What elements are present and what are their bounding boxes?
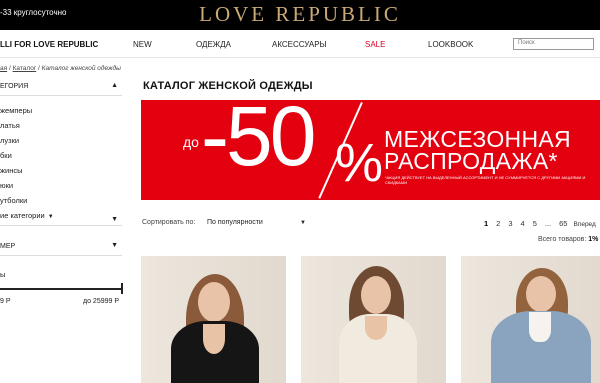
model-neckline [365,316,387,340]
model-tshirt [529,312,551,342]
category-item-blouses[interactable]: лузки [0,133,122,148]
nav-brand-link[interactable]: LLI FOR LOVE REPUBLIC [0,40,98,49]
breadcrumb-separator: / [38,65,40,72]
page-ellipsis: ... [544,219,552,228]
category-item-skirts[interactable]: бки [0,148,122,163]
page-link-1[interactable]: 1 [484,219,488,228]
breadcrumb-current: Каталог женской одежды [41,65,121,72]
main-nav: LLI FOR LOVE REPUBLIC NEW ОДЕЖДА АКСЕССУ… [0,30,600,58]
breadcrumb-home[interactable]: ая [0,65,7,72]
size-filter-header[interactable]: МЕР ▼ [0,238,122,256]
pagination: 1 2 3 4 5... 65 Вперед [484,219,600,228]
chevron-down-icon: ▼ [111,242,118,249]
page-link-5[interactable]: 5 [533,219,537,228]
chevron-down-icon: ▼ [111,216,118,223]
price-slider-handle[interactable] [121,283,123,294]
price-filter-label: ы [0,270,6,279]
site-logo[interactable]: LOVE REPUBLIC [0,2,600,27]
page-link-3[interactable]: 3 [508,219,512,228]
category-item-jumpers[interactable]: жемперы [0,103,122,118]
category-filter-header[interactable]: ЕГОРИЯ ▲ [0,78,122,96]
next-page-link[interactable]: Вперед [573,221,595,228]
breadcrumb-catalog[interactable]: Каталог [13,65,37,72]
goods-count-value: 1% [588,236,599,243]
category-filter-label: ЕГОРИЯ [0,83,29,90]
nav-item-accessories[interactable]: АКСЕССУАРЫ [272,40,327,49]
filter-sidebar: ЕГОРИЯ ▲ жемперы латья лузки бки жинсы ю… [0,78,126,383]
price-min-value: 9 Р [0,298,11,305]
nav-item-new[interactable]: NEW [133,40,152,49]
model-face [198,282,230,322]
size-filter-label: МЕР [0,243,16,250]
nav-item-clothing[interactable]: ОДЕЖДА [196,40,231,49]
goods-count: Всего товаров: 1% [538,236,598,243]
banner-discount: -50 [201,100,316,183]
top-bar: -33 круглосуточно LOVE REPUBLIC [0,0,600,30]
product-card[interactable] [301,256,446,383]
nav-item-sale[interactable]: SALE [365,40,385,49]
category-item-trousers[interactable]: юки [0,178,122,193]
sort-dropdown[interactable]: По популярности ▼ [207,216,309,230]
page-link-2[interactable]: 2 [496,219,500,228]
goods-count-label: Всего товаров: [538,236,587,243]
search-input[interactable]: Поиск [513,38,594,50]
banner-headline-2: РАСПРОДАЖА* [384,148,558,174]
banner-fine-print: *АКЦИЯ ДЕЙСТВУЕТ НА ВЫДЕЛЕННЫЙ АССОРТИМЕ… [385,175,586,185]
sort-label: Сортировать по: [142,219,196,226]
category-item-dresses[interactable]: латья [0,118,122,133]
sale-banner[interactable]: до -50 % МЕЖСЕЗОННАЯ РАСПРОДАЖА* *АКЦИЯ … [141,100,600,200]
sort-value: По популярности [207,219,263,226]
chevron-up-icon: ▲ [111,82,118,89]
category-list: жемперы латья лузки бки жинсы юки утболк… [0,103,122,223]
category-item-jeans[interactable]: жинсы [0,163,122,178]
filter-divider-header[interactable]: ▼ [0,216,122,226]
page-title: КАТАЛОГ ЖЕНСКОЙ ОДЕЖДЫ [143,80,313,92]
breadcrumb-separator: / [8,65,11,72]
model-neckline [203,324,225,354]
caret-down-icon: ▼ [300,220,306,226]
product-card[interactable] [141,256,286,383]
nav-item-lookbook[interactable]: LOOKBOOK [428,40,473,49]
model-face [526,276,556,312]
breadcrumb: ая / Каталог / Каталог женской одежды [0,65,121,72]
price-slider-track[interactable] [0,288,123,290]
page-link-last[interactable]: 65 [559,219,567,228]
category-item-tshirts[interactable]: утболки [0,193,122,208]
page-link-4[interactable]: 4 [521,219,525,228]
banner-prefix: до [183,134,199,150]
price-max-value: до 25999 Р [83,298,120,305]
product-card[interactable] [461,256,600,383]
model-face [361,276,391,314]
